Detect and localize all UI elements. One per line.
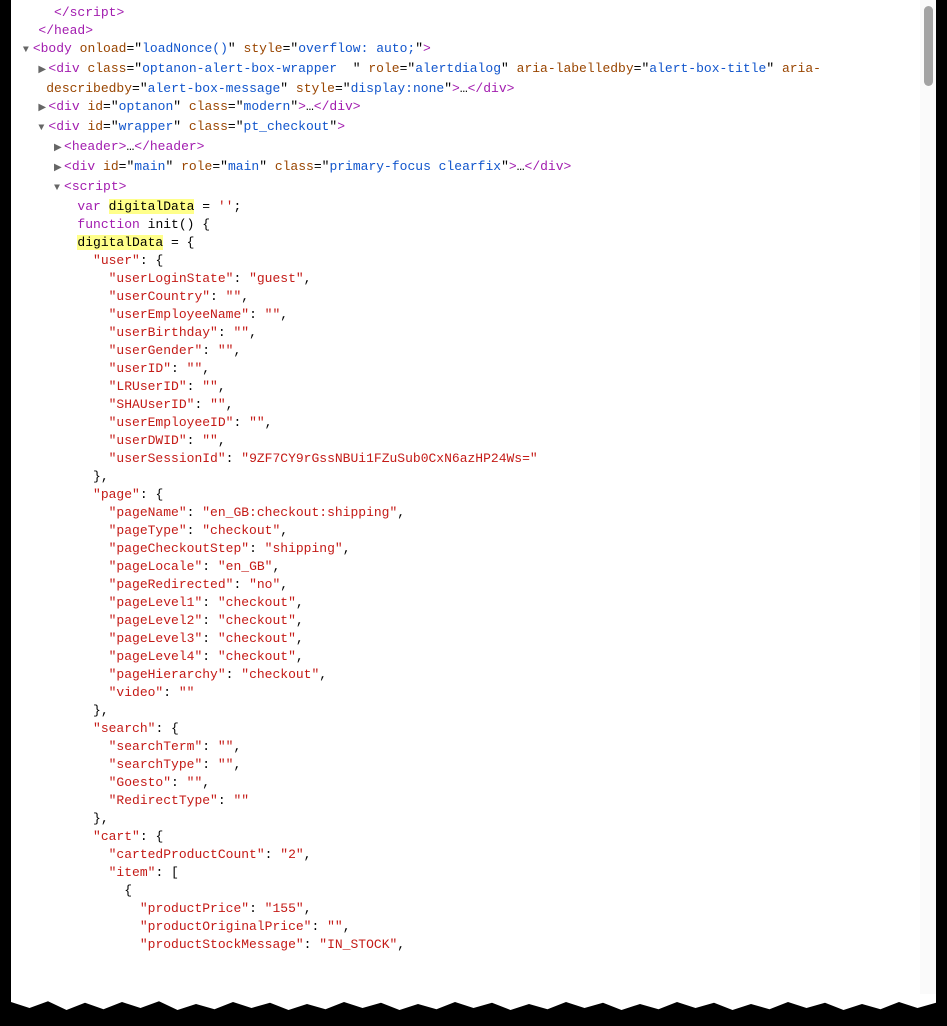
code-line[interactable]: "pageHierarchy": "checkout", — [11, 666, 936, 684]
code-line[interactable]: }, — [11, 810, 936, 828]
code-line[interactable]: "LRUserID": "", — [11, 378, 936, 396]
triangle-down-icon[interactable]: ▼ — [38, 120, 48, 138]
code-line[interactable]: "RedirectType": "" — [11, 792, 936, 810]
scrollbar[interactable] — [920, 0, 936, 994]
code-line[interactable]: "cartedProductCount": "2", — [11, 846, 936, 864]
code-line[interactable]: "userBirthday": "", — [11, 324, 936, 342]
code-line[interactable]: "productOriginalPrice": "", — [11, 918, 936, 936]
code-line[interactable]: var digitalData = ''; — [11, 198, 936, 216]
digitaldata-highlight: digitalData — [109, 199, 195, 214]
code-line[interactable]: "pageName": "en_GB:checkout:shipping", — [11, 504, 936, 522]
code-line[interactable]: "userID": "", — [11, 360, 936, 378]
code-line[interactable]: ▶<header>…</header> — [11, 138, 936, 158]
triangle-right-icon[interactable]: ▶ — [38, 100, 48, 118]
close-head-tag: </head> — [38, 23, 93, 38]
scrollbar-thumb[interactable] — [924, 6, 933, 86]
code-line[interactable]: "video": "" — [11, 684, 936, 702]
code-line[interactable]: function init() { — [11, 216, 936, 234]
code-line[interactable]: "SHAUserID": "", — [11, 396, 936, 414]
code-line[interactable]: "productPrice": "155", — [11, 900, 936, 918]
code-line[interactable]: "userEmployeeName": "", — [11, 306, 936, 324]
code-line[interactable]: "searchTerm": "", — [11, 738, 936, 756]
code-line[interactable]: "cart": { — [11, 828, 936, 846]
code-line[interactable]: ▼<body onload="loadNonce()" style="overf… — [11, 40, 936, 60]
code-line[interactable]: "pageLevel2": "checkout", — [11, 612, 936, 630]
triangle-right-icon[interactable]: ▶ — [38, 62, 48, 80]
code-line[interactable]: "searchType": "", — [11, 756, 936, 774]
code-line[interactable]: digitalData = { — [11, 234, 936, 252]
code-line[interactable]: "pageLevel4": "checkout", — [11, 648, 936, 666]
triangle-down-icon[interactable]: ▼ — [23, 42, 33, 60]
torn-edge-decoration — [11, 986, 936, 1026]
code-line[interactable]: "page": { — [11, 486, 936, 504]
code-line[interactable]: "productStockMessage": "IN_STOCK", — [11, 936, 936, 954]
code-line[interactable]: </head> — [11, 22, 936, 40]
code-line[interactable]: "userCountry": "", — [11, 288, 936, 306]
code-line[interactable]: "Goesto": "", — [11, 774, 936, 792]
digitaldata-highlight: digitalData — [77, 235, 163, 250]
code-line[interactable]: </script> — [11, 4, 936, 22]
code-line[interactable]: "item": [ — [11, 864, 936, 882]
triangle-down-icon[interactable]: ▼ — [54, 180, 64, 198]
code-line[interactable]: "userLoginState": "guest", — [11, 270, 936, 288]
code-line[interactable]: ▶<div class="optanon-alert-box-wrapper "… — [11, 60, 936, 80]
code-line[interactable]: }, — [11, 702, 936, 720]
code-line[interactable]: ▶<div id="optanon" class="modern">…</div… — [11, 98, 936, 118]
code-line[interactable]: { — [11, 882, 936, 900]
code-line[interactable]: "pageLevel3": "checkout", — [11, 630, 936, 648]
code-line[interactable]: "user": { — [11, 252, 936, 270]
code-line[interactable]: }, — [11, 468, 936, 486]
code-line[interactable]: "pageRedirected": "no", — [11, 576, 936, 594]
code-line[interactable]: "userEmployeeID": "", — [11, 414, 936, 432]
code-line[interactable]: "userGender": "", — [11, 342, 936, 360]
close-script-tag: </script — [54, 5, 116, 20]
code-line[interactable]: ▶<div id="main" role="main" class="prima… — [11, 158, 936, 178]
code-line[interactable]: ▼<script> — [11, 178, 936, 198]
triangle-right-icon[interactable]: ▶ — [54, 160, 64, 178]
code-line[interactable]: "pageLevel1": "checkout", — [11, 594, 936, 612]
code-line[interactable]: "pageType": "checkout", — [11, 522, 936, 540]
triangle-right-icon[interactable]: ▶ — [54, 140, 64, 158]
code-line[interactable]: "pageCheckoutStep": "shipping", — [11, 540, 936, 558]
code-line[interactable]: "pageLocale": "en_GB", — [11, 558, 936, 576]
code-line[interactable]: ▼<div id="wrapper" class="pt_checkout"> — [11, 118, 936, 138]
code-line[interactable]: describedby="alert-box-message" style="d… — [11, 80, 936, 98]
code-line[interactable]: "userDWID": "", — [11, 432, 936, 450]
devtools-elements-panel: </script> </head> ▼<body onload="loadNon… — [11, 0, 936, 1024]
code-line[interactable]: "userSessionId": "9ZF7CY9rGssNBUi1FZuSub… — [11, 450, 936, 468]
code-line[interactable]: "search": { — [11, 720, 936, 738]
